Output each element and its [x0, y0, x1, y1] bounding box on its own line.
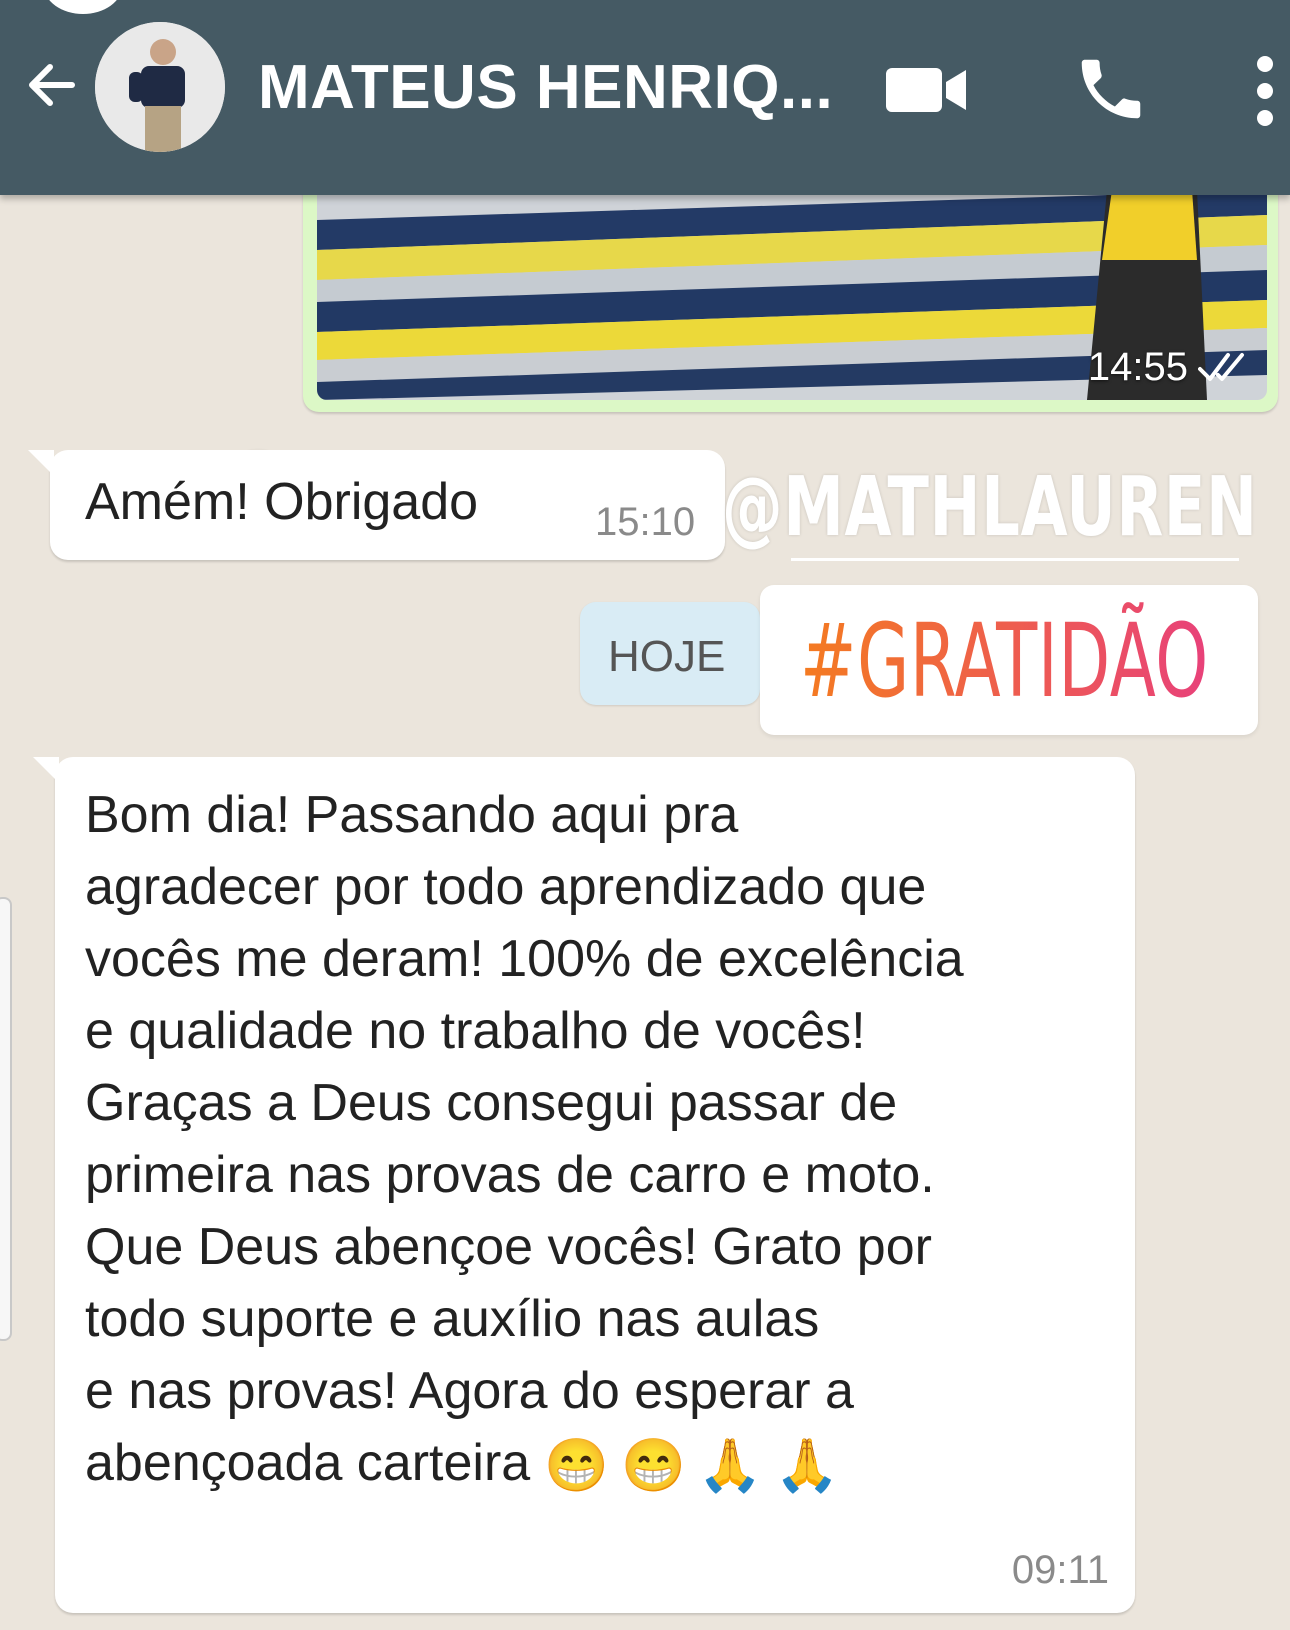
message-text: Amém! Obrigado — [85, 473, 479, 531]
emoji-row: 😁 😁 🙏 🙏 — [544, 1430, 839, 1502]
praying-hands-emoji-icon: 🙏 — [697, 1437, 763, 1496]
hashtag-text: #GRATIDÃO — [800, 602, 1209, 721]
bubble-tail — [33, 757, 59, 783]
image-message-meta: 14:55 — [1088, 345, 1250, 390]
back-arrow-icon[interactable] — [20, 55, 80, 115]
grin-emoji-icon: 😁 — [544, 1437, 609, 1496]
image-message-time: 14:55 — [1087, 345, 1188, 389]
mention-underline — [791, 558, 1239, 561]
incoming-message[interactable]: Amém! Obrigado 15:10 — [28, 450, 725, 560]
more-vertical-icon[interactable] — [1252, 54, 1278, 128]
hashtag-sticker: #GRATIDÃO — [760, 585, 1258, 735]
incoming-message[interactable]: Bom dia! Passando aqui pra agradecer por… — [33, 757, 1135, 1613]
chat-header: MATEUS HENRIQ... — [0, 0, 1290, 195]
grin-emoji-icon: 😁 — [620, 1437, 686, 1496]
bubble-tail — [28, 450, 54, 476]
avatar[interactable] — [95, 22, 225, 152]
app-badge — [44, 0, 122, 14]
message-body: Bom dia! Passando aqui pra agradecer por… — [85, 786, 964, 1492]
phone-icon[interactable] — [1072, 50, 1150, 128]
praying-hands-emoji-icon: 🙏 — [774, 1437, 840, 1496]
image-message-bubble[interactable]: 14:55 — [303, 190, 1278, 412]
side-edge-tab — [0, 897, 12, 1341]
message-time: 15:10 — [595, 500, 696, 544]
instagram-mention-sticker: @MATHLAUREN — [722, 460, 1258, 555]
message-time: 09:11 — [1011, 1548, 1109, 1592]
message-text: Bom dia! Passando aqui pra agradecer por… — [85, 779, 1115, 1502]
contact-name[interactable]: MATEUS HENRIQ... — [258, 52, 833, 123]
date-separator-label: HOJE — [608, 632, 726, 681]
double-check-icon — [1198, 352, 1244, 381]
video-call-icon[interactable] — [886, 62, 970, 118]
date-separator: HOJE — [580, 602, 760, 705]
